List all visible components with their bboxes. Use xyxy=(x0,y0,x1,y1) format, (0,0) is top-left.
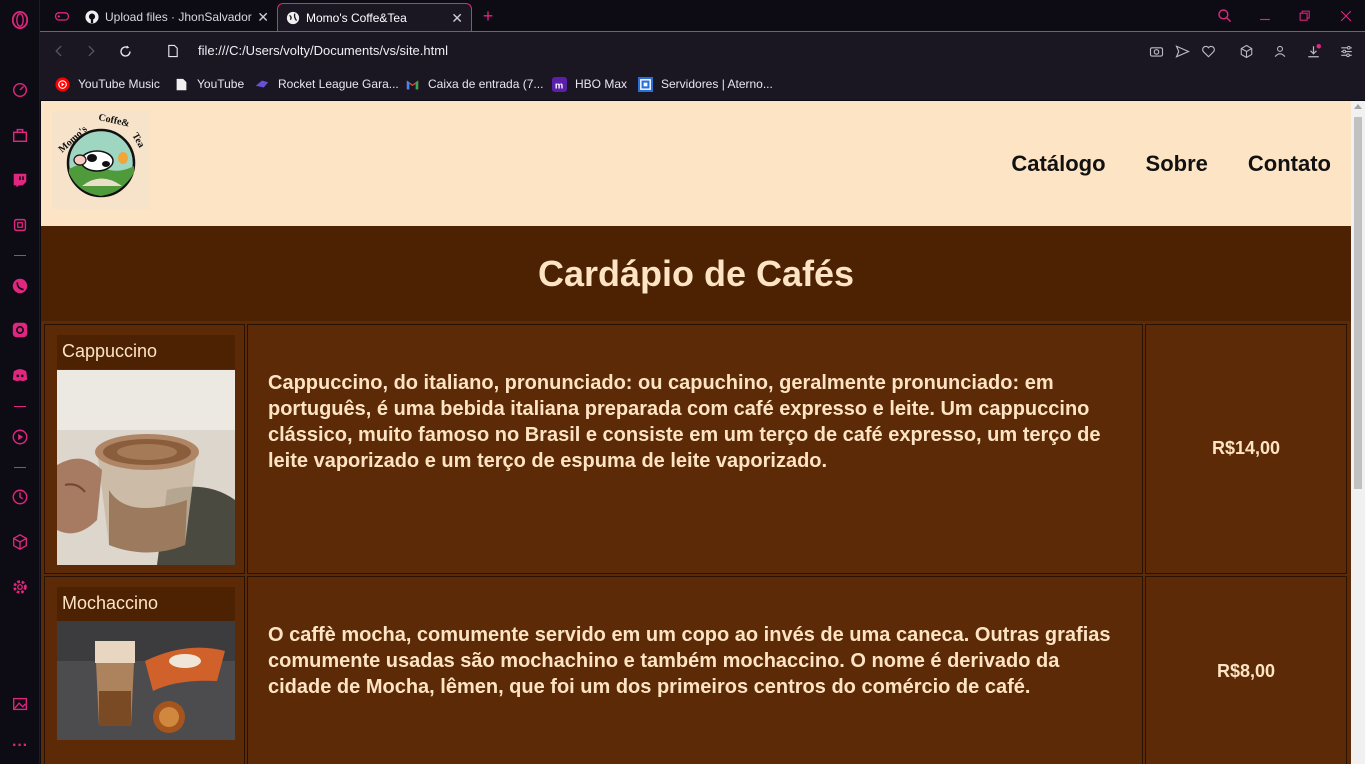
mochaccino-photo xyxy=(57,621,235,740)
forward-icon[interactable] xyxy=(82,42,100,60)
close-window-icon[interactable] xyxy=(1336,6,1356,26)
close-tab-icon[interactable]: ✕ xyxy=(451,10,463,27)
shopping-icon[interactable] xyxy=(10,125,30,145)
rocket-league-icon xyxy=(254,76,270,92)
extensions-icon[interactable] xyxy=(1237,42,1255,60)
bookmark-label: Servidores | Aterno... xyxy=(661,77,773,91)
bookmark-label: Caixa de entrada (7... xyxy=(428,77,544,91)
sidebar-divider xyxy=(14,406,26,407)
discord-icon[interactable] xyxy=(10,365,30,385)
minimize-window-icon[interactable] xyxy=(1255,6,1275,26)
sidebar-divider xyxy=(14,255,26,256)
bookmark-gmail[interactable]: Caixa de entrada (7... xyxy=(404,76,543,92)
bookmarks-bar: YouTube Music YouTube Rocket League Gara… xyxy=(40,70,1365,100)
crypto-wallet-icon[interactable] xyxy=(10,215,30,235)
instagram-icon[interactable] xyxy=(10,320,30,340)
restore-window-icon[interactable] xyxy=(1295,6,1315,26)
twitch-icon[interactable] xyxy=(10,170,30,190)
extensions-cube-icon[interactable] xyxy=(10,532,30,552)
page-file-icon[interactable] xyxy=(164,42,182,60)
nav-sobre-link[interactable]: Sobre xyxy=(1146,151,1208,177)
snapshot-camera-icon[interactable] xyxy=(1147,42,1165,60)
bookmark-heart-icon[interactable] xyxy=(1199,42,1217,60)
item-price: R$14,00 xyxy=(1211,438,1281,458)
bookmark-aternos[interactable]: Servidores | Aterno... xyxy=(637,76,773,92)
item-cell: Mochaccino xyxy=(44,576,245,764)
svg-text:Coffe&: Coffe& xyxy=(97,112,130,129)
item-name: Mochaccino xyxy=(57,587,235,621)
profile-icon[interactable] xyxy=(1271,42,1289,60)
tab-title: Momo's Coffe&Tea xyxy=(306,10,407,25)
history-icon[interactable] xyxy=(10,487,30,507)
item-description: O caffè mocha, comumente servido em um c… xyxy=(268,624,1111,698)
table-row: Mochaccino O caffè mocha, comumente serv… xyxy=(44,576,1349,764)
sidebar-divider xyxy=(14,467,26,468)
easy-setup-icon[interactable] xyxy=(1337,42,1355,60)
item-description: Cappuccino, do italiano, pronunciado: ou… xyxy=(268,372,1101,472)
page-viewport: Momo's Coffe& Tea Catálogo Sobre Contato… xyxy=(41,101,1351,764)
youtube-music-icon xyxy=(54,76,70,92)
close-tab-icon[interactable]: ✕ xyxy=(257,9,269,26)
price-cell: R$14,00 xyxy=(1145,324,1347,574)
site-header: Momo's Coffe& Tea Catálogo Sobre Contato xyxy=(41,101,1351,226)
item-cell: Cappuccino xyxy=(44,324,245,574)
bookmark-label: YouTube Music xyxy=(78,77,160,91)
bookmark-label: Rocket League Gara... xyxy=(278,77,399,91)
page-title: Cardápio de Cafés xyxy=(537,252,855,294)
address-bar: file:///C:/Users/volty/Documents/vs/site… xyxy=(40,31,1365,70)
page-icon xyxy=(173,76,189,92)
opera-sidebar: ··· xyxy=(0,0,40,764)
nav-contato-link[interactable]: Contato xyxy=(1248,151,1331,177)
reload-icon[interactable] xyxy=(116,42,134,60)
price-cell: R$8,00 xyxy=(1145,576,1347,764)
globe-icon xyxy=(286,11,300,25)
description-cell: Cappuccino, do italiano, pronunciado: ou… xyxy=(247,324,1143,574)
speed-dial-icon[interactable] xyxy=(10,80,30,100)
bookmark-youtube-music[interactable]: YouTube Music xyxy=(54,76,160,92)
bookmark-hbo-max[interactable]: m HBO Max xyxy=(551,76,627,92)
hbo-max-icon: m xyxy=(551,76,567,92)
downloads-icon[interactable] xyxy=(1304,42,1322,60)
nav-catalogo-link[interactable]: Catálogo xyxy=(1011,151,1105,177)
item-price: R$8,00 xyxy=(1216,661,1276,681)
item-name: Cappuccino xyxy=(57,335,235,369)
opera-logo-icon[interactable] xyxy=(10,10,30,30)
tab-momos-coffe[interactable]: Momo's Coffe&Tea ✕ xyxy=(277,3,472,31)
aternos-icon xyxy=(637,76,653,92)
table-row: Cappuccino Cappuccino, do italiano, pron… xyxy=(44,324,1349,574)
tab-title: Upload files · JhonSalvador xyxy=(105,10,252,24)
back-icon[interactable] xyxy=(50,42,68,60)
cappuccino-photo xyxy=(57,370,235,565)
github-icon xyxy=(85,10,99,24)
svg-text:m: m xyxy=(554,80,562,90)
vertical-scrollbar[interactable] xyxy=(1351,101,1365,764)
workspace-gamepad-icon[interactable] xyxy=(52,6,72,26)
send-icon[interactable] xyxy=(1173,42,1191,60)
bookmark-label: HBO Max xyxy=(575,77,628,91)
settings-gear-icon[interactable] xyxy=(10,577,30,597)
whatsapp-icon[interactable] xyxy=(10,276,30,296)
bookmark-label: YouTube xyxy=(197,77,245,91)
svg-text:Tea: Tea xyxy=(129,131,146,150)
site-nav: Catálogo Sobre Contato xyxy=(1011,151,1331,177)
scroll-up-arrow-icon[interactable] xyxy=(1354,104,1362,109)
tab-upload-files[interactable]: Upload files · JhonSalvador ✕ xyxy=(77,3,277,31)
scrollbar-thumb[interactable] xyxy=(1354,117,1362,489)
bookmark-youtube[interactable]: YouTube xyxy=(173,76,244,92)
snapshot-gallery-icon[interactable] xyxy=(10,694,30,714)
gmail-icon xyxy=(404,76,420,92)
menu-title-banner: Cardápio de Cafés xyxy=(41,226,1351,321)
tab-bar: Upload files · JhonSalvador ✕ Momo's Cof… xyxy=(40,0,1365,31)
url-field[interactable]: file:///C:/Users/volty/Documents/vs/site… xyxy=(198,43,448,58)
more-dots-icon[interactable]: ··· xyxy=(10,736,30,756)
player-icon[interactable] xyxy=(10,427,30,447)
cafe-logo[interactable]: Momo's Coffe& Tea xyxy=(52,111,150,209)
search-tabs-icon[interactable] xyxy=(1215,6,1235,26)
new-tab-button[interactable]: + xyxy=(478,6,498,26)
bookmark-rocket-league[interactable]: Rocket League Gara... xyxy=(254,76,399,92)
description-cell: O caffè mocha, comumente servido em um c… xyxy=(247,576,1143,764)
